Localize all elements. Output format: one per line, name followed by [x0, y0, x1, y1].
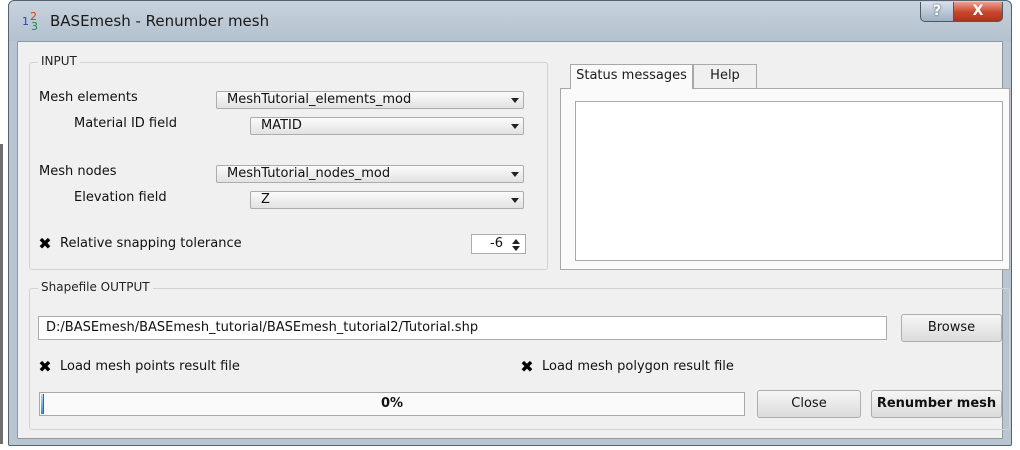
material-id-label: Material ID field	[74, 116, 177, 131]
elevation-label: Elevation field	[74, 190, 167, 205]
input-group: INPUT Mesh elements MeshTutorial_element…	[29, 54, 548, 270]
elevation-value: Z	[261, 192, 270, 207]
dialog-window: 1 2 3 BASEmesh - Renumber mesh ? X INPUT…	[8, 0, 1012, 446]
output-path-value: D:/BASEmesh/BASEmesh_tutorial/BASEmesh_t…	[46, 320, 479, 335]
load-points-label: Load mesh points result file	[60, 359, 240, 374]
close-button[interactable]: Close	[757, 390, 861, 418]
renumber-mesh-button[interactable]: Renumber mesh	[871, 390, 1002, 418]
input-group-title: INPUT	[38, 54, 80, 68]
elevation-select[interactable]: Z	[250, 191, 524, 209]
snapping-spinbox[interactable]: -6	[471, 234, 526, 254]
snapping-value: -6	[490, 236, 503, 251]
load-polygon-checkbox[interactable]: ✖	[520, 359, 534, 375]
dialog-client-area: INPUT Mesh elements MeshTutorial_element…	[17, 41, 1010, 439]
material-id-select[interactable]: MATID	[250, 117, 524, 135]
mesh-nodes-value: MeshTutorial_nodes_mod	[227, 166, 391, 181]
title-bar[interactable]: 1 2 3 BASEmesh - Renumber mesh ? X	[9, 1, 1011, 41]
help-button[interactable]: ?	[920, 2, 954, 22]
browse-button[interactable]: Browse	[901, 314, 1002, 342]
mesh-elements-value: MeshTutorial_elements_mod	[227, 92, 412, 107]
status-messages-area[interactable]	[575, 101, 1003, 261]
chevron-down-icon	[511, 124, 519, 129]
progress-bar: 0%	[39, 392, 745, 416]
output-path-field[interactable]: D:/BASEmesh/BASEmesh_tutorial/BASEmesh_t…	[38, 316, 887, 340]
numbers-icon: 1 2 3	[22, 10, 38, 33]
spin-up-icon[interactable]	[512, 239, 520, 244]
progress-text: 0%	[380, 396, 404, 411]
tab-help[interactable]: Help	[693, 64, 757, 88]
spin-down-icon[interactable]	[512, 246, 520, 251]
chevron-down-icon	[511, 198, 519, 203]
snapping-checkbox[interactable]: ✖	[38, 236, 52, 252]
mesh-nodes-select[interactable]: MeshTutorial_nodes_mod	[216, 165, 524, 183]
load-polygon-label: Load mesh polygon result file	[542, 359, 734, 374]
background-edge	[0, 144, 3, 444]
chevron-down-icon	[511, 98, 519, 103]
tab-status-messages[interactable]: Status messages	[570, 64, 693, 89]
window-title: BASEmesh - Renumber mesh	[50, 12, 270, 30]
snapping-label: Relative snapping tolerance	[60, 236, 242, 251]
output-group: Shapefile OUTPUT D:/BASEmesh/BASEmesh_tu…	[29, 280, 1010, 430]
message-tabs: Status messages Help	[560, 64, 1010, 270]
chevron-down-icon	[511, 172, 519, 177]
mesh-elements-label: Mesh elements	[39, 90, 138, 105]
mesh-nodes-label: Mesh nodes	[39, 164, 117, 179]
mesh-elements-select[interactable]: MeshTutorial_elements_mod	[216, 91, 524, 109]
tab-content	[560, 88, 1010, 270]
output-group-title: Shapefile OUTPUT	[38, 280, 153, 294]
load-points-checkbox[interactable]: ✖	[38, 359, 52, 375]
close-window-button[interactable]: X	[953, 2, 1003, 22]
material-id-value: MATID	[261, 118, 302, 133]
